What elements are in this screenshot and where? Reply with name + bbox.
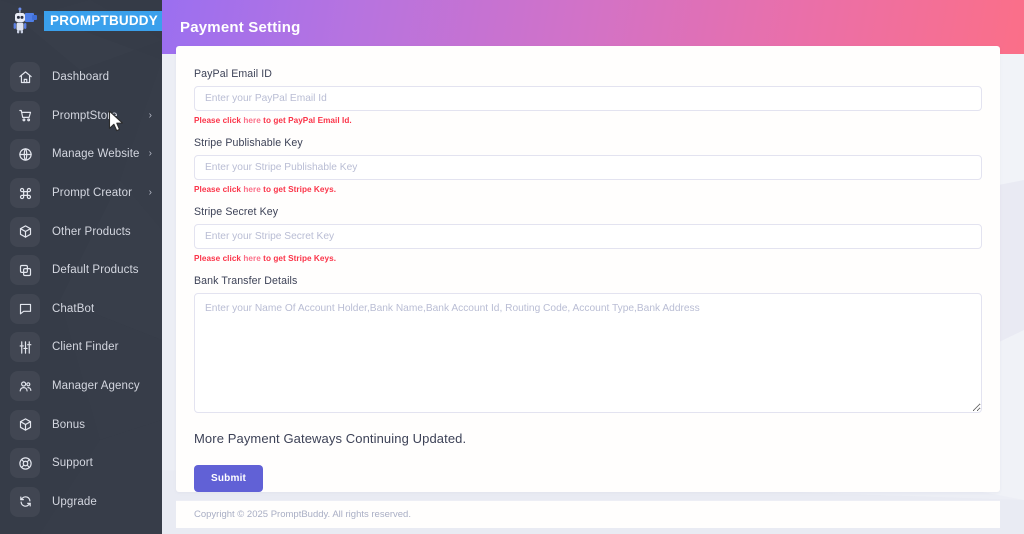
main-area: Payment Setting PayPal Email ID Please c…: [162, 0, 1024, 534]
stripe-secret-field-group: Stripe Secret Key Please click here to g…: [194, 206, 982, 263]
sidebar-item-support[interactable]: Support: [0, 444, 162, 483]
page-title: Payment Setting: [180, 18, 301, 36]
stripe-publishable-hint-link[interactable]: here: [243, 185, 261, 194]
home-icon: [10, 62, 40, 93]
stripe-publishable-key-input[interactable]: [194, 155, 982, 180]
sidebar-item-label: Upgrade: [52, 495, 97, 508]
sidebar-item-promptstore[interactable]: PromptStore ›: [0, 97, 162, 136]
stripe-secret-key-input[interactable]: [194, 224, 982, 249]
stripe-secret-hint: Please click here to get Stripe Keys.: [194, 254, 982, 263]
lifebuoy-icon: [10, 448, 40, 479]
sidebar-item-client-finder[interactable]: Client Finder: [0, 328, 162, 367]
paypal-hint-after: to get PayPal Email Id.: [260, 116, 352, 125]
stripe-publishable-hint: Please click here to get Stripe Keys.: [194, 185, 982, 194]
command-icon: [10, 178, 40, 209]
sidebar-item-label: Manager Agency: [52, 380, 140, 393]
stripe-publishable-label: Stripe Publishable Key: [194, 137, 303, 149]
sidebar-item-label: Prompt Creator: [52, 187, 133, 200]
stripe-secret-hint-link[interactable]: here: [243, 254, 261, 263]
sidebar-item-dashboard[interactable]: Dashboard: [0, 58, 162, 97]
paypal-field-group: PayPal Email ID Please click here to get…: [194, 68, 982, 125]
chevron-right-icon: ›: [148, 187, 152, 199]
submit-button[interactable]: Submit: [194, 465, 264, 492]
app-root: PROMPTBUDDY Dashboard PromptStore › Mana…: [0, 0, 1024, 534]
payment-settings-card: PayPal Email ID Please click here to get…: [176, 46, 1000, 492]
cart-icon: [10, 100, 40, 131]
sidebar-nav: Dashboard PromptStore › Manage Website ›: [0, 58, 162, 521]
sidebar: PROMPTBUDDY Dashboard PromptStore › Mana…: [0, 0, 162, 534]
footer: Copyright © 2025 PromptBuddy. All rights…: [176, 500, 1000, 528]
copyright-text: Copyright © 2025 PromptBuddy. All rights…: [194, 509, 411, 520]
chat-icon: [10, 293, 40, 324]
stripe-secret-hint-before: Please click: [194, 254, 244, 263]
sidebar-item-manager-agency[interactable]: Manager Agency: [0, 367, 162, 406]
sidebar-item-chatbot[interactable]: ChatBot: [0, 290, 162, 329]
stripe-publishable-hint-before: Please click: [194, 185, 244, 194]
users-icon: [10, 371, 40, 402]
paypal-email-input[interactable]: [194, 86, 982, 111]
sidebar-item-label: Manage Website: [52, 148, 140, 161]
sidebar-item-label: Bonus: [52, 418, 86, 431]
bank-transfer-label: Bank Transfer Details: [194, 275, 298, 287]
copy-icon: [10, 255, 40, 286]
sidebar-item-prompt-creator[interactable]: Prompt Creator ›: [0, 174, 162, 213]
robot-icon: [10, 7, 40, 35]
sidebar-item-default-products[interactable]: Default Products: [0, 251, 162, 290]
chevron-right-icon: ›: [148, 148, 152, 160]
sidebar-item-label: Other Products: [52, 225, 131, 238]
sidebar-item-label: PromptStore: [52, 109, 118, 122]
chevron-right-icon: ›: [148, 109, 152, 121]
sidebar-item-label: Dashboard: [52, 71, 110, 84]
sidebar-item-label: ChatBot: [52, 302, 95, 315]
paypal-label: PayPal Email ID: [194, 68, 273, 80]
sidebar-item-label: Client Finder: [52, 341, 119, 354]
sidebar-item-manage-website[interactable]: Manage Website ›: [0, 135, 162, 174]
sidebar-content: PROMPTBUDDY Dashboard PromptStore › Mana…: [0, 0, 162, 534]
sidebar-item-label: Default Products: [52, 264, 139, 277]
sliders-icon: [10, 332, 40, 363]
stripe-secret-hint-after: to get Stripe Keys.: [260, 254, 337, 263]
sidebar-logo[interactable]: PROMPTBUDDY: [0, 0, 162, 42]
paypal-hint-before: Please click: [194, 116, 244, 125]
box-icon: [10, 216, 40, 247]
bank-transfer-details-textarea[interactable]: [194, 293, 982, 413]
paypal-hint: Please click here to get PayPal Email Id…: [194, 116, 982, 125]
paypal-hint-link[interactable]: here: [243, 116, 261, 125]
cube-icon: [10, 409, 40, 440]
stripe-publishable-field-group: Stripe Publishable Key Please click here…: [194, 137, 982, 194]
sidebar-item-bonus[interactable]: Bonus: [0, 405, 162, 444]
globe-icon: [10, 139, 40, 170]
stripe-secret-label: Stripe Secret Key: [194, 206, 279, 218]
stripe-publishable-hint-after: to get Stripe Keys.: [260, 185, 337, 194]
refresh-icon: [10, 486, 40, 517]
bank-transfer-field-group: Bank Transfer Details: [194, 275, 982, 413]
logo-text: PROMPTBUDDY: [44, 10, 162, 32]
sidebar-item-label: Support: [52, 457, 93, 470]
gateways-note: More Payment Gateways Continuing Updated…: [194, 431, 467, 446]
sidebar-item-other-products[interactable]: Other Products: [0, 212, 162, 251]
sidebar-item-upgrade[interactable]: Upgrade: [0, 483, 162, 522]
